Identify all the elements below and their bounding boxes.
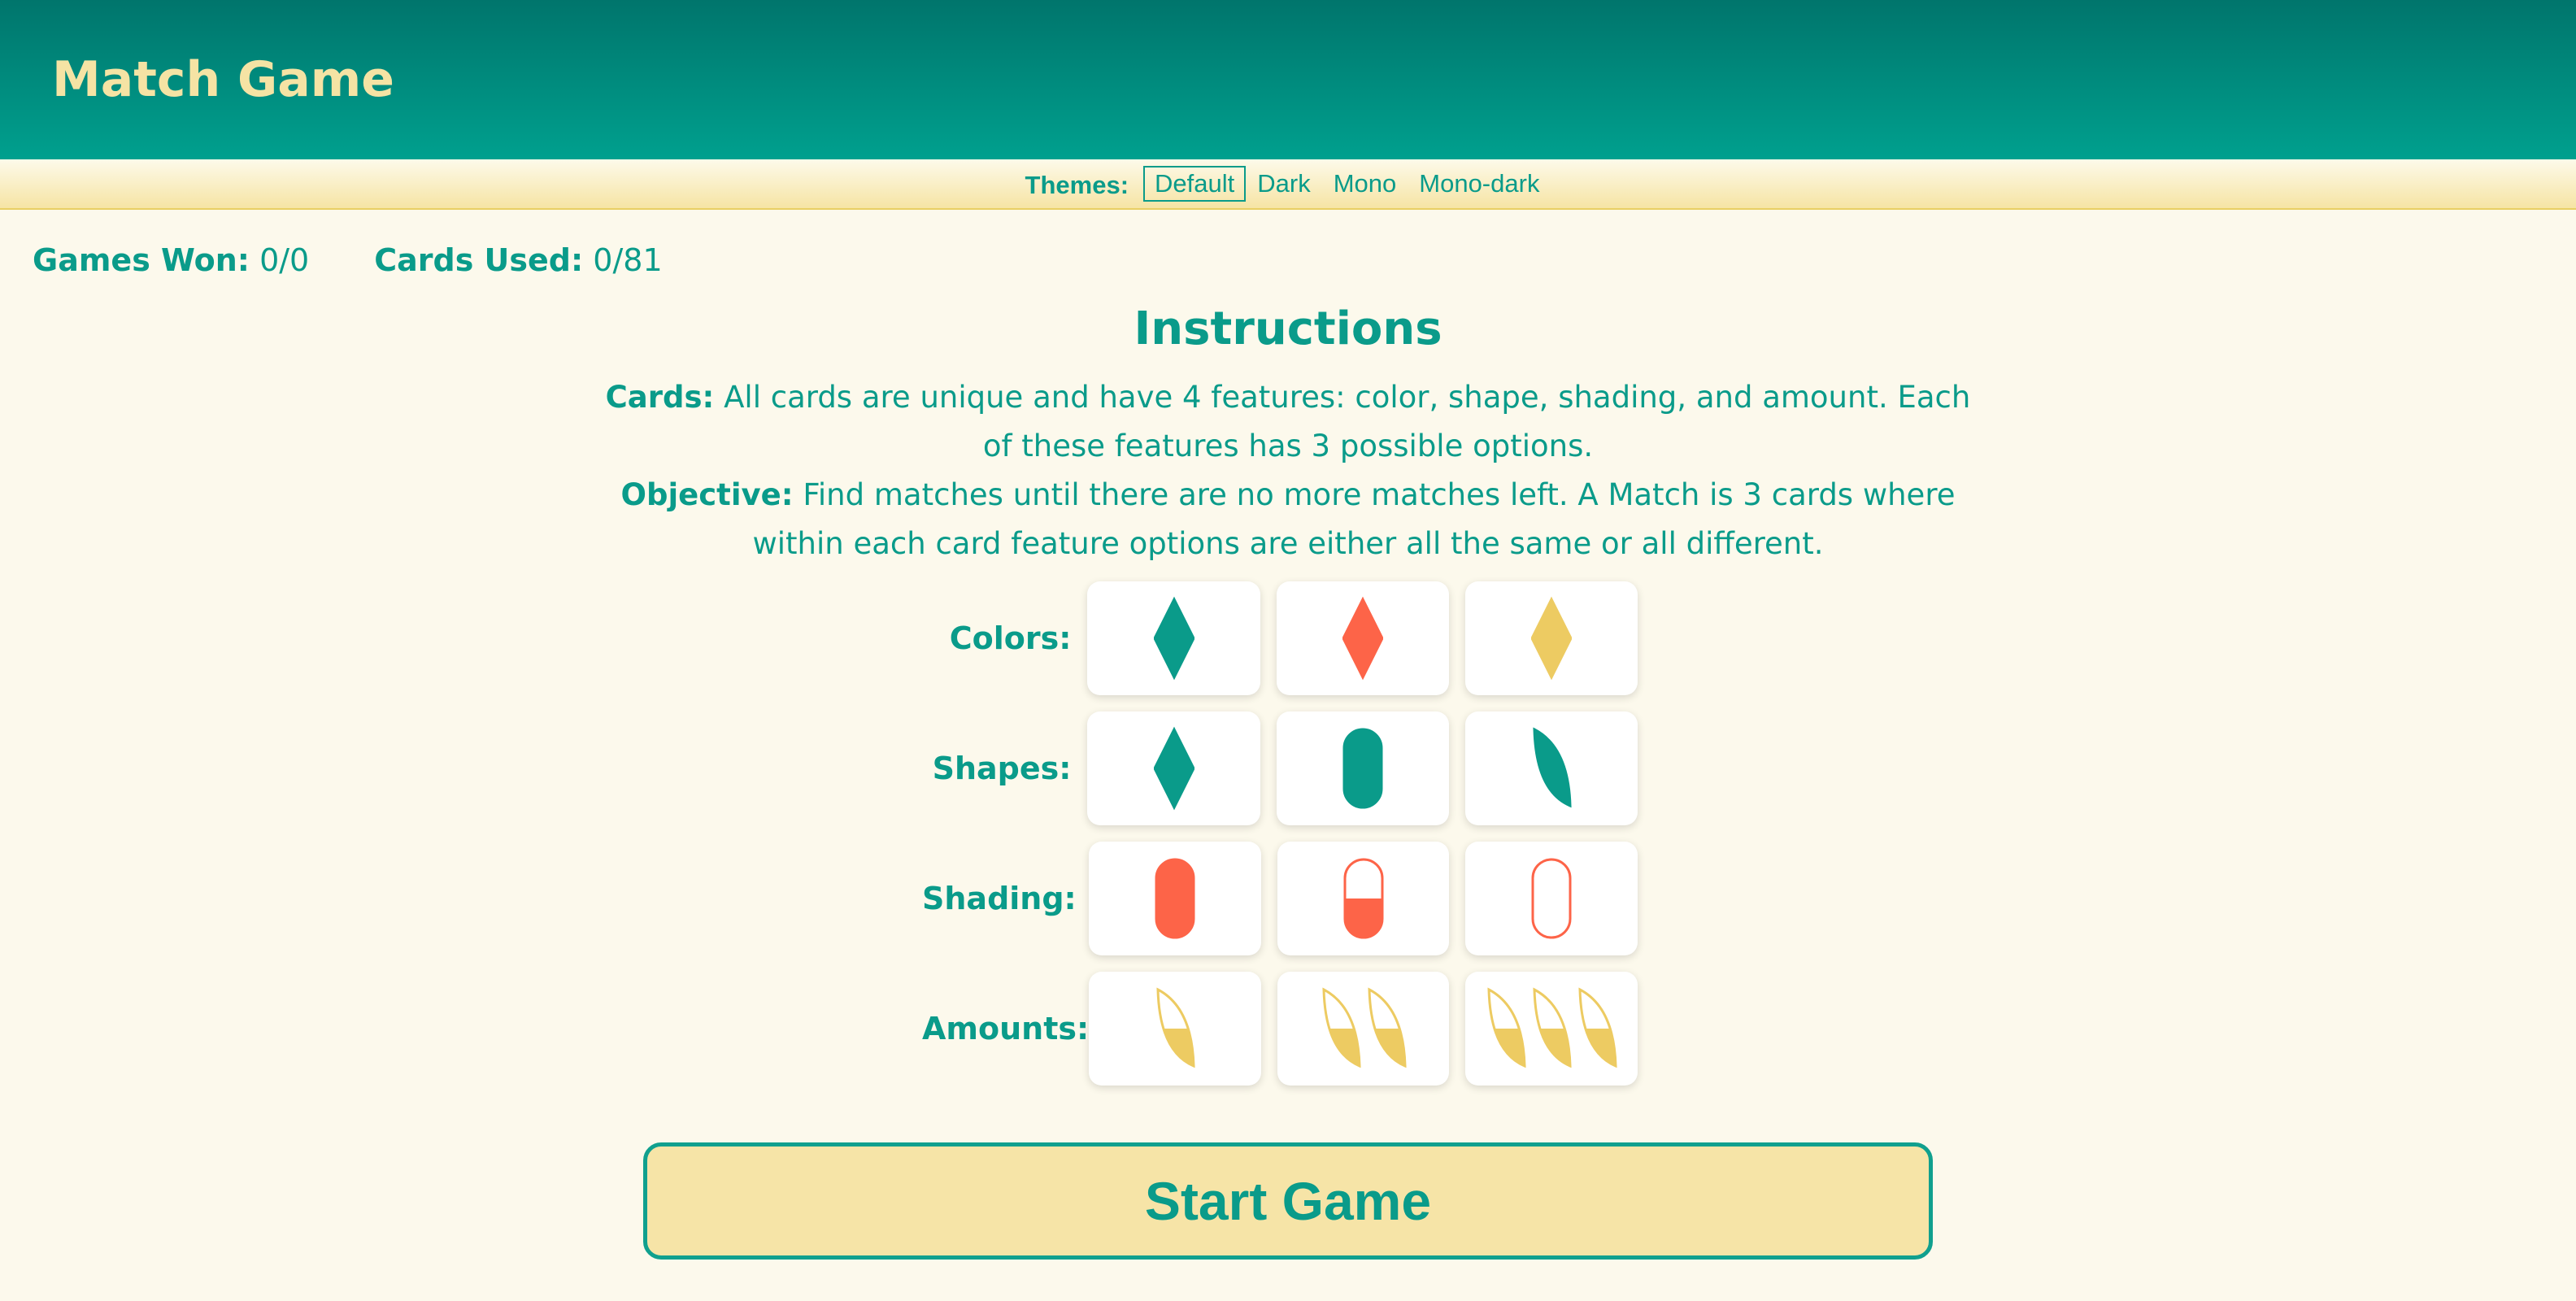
diamond-symbol-icon	[1153, 726, 1194, 811]
themes-label: Themes:	[1025, 171, 1129, 199]
example-cards-grid: Colors: Shapes: Shading: Amounts:	[922, 573, 1654, 1094]
diamond-icon	[1530, 596, 1572, 681]
example-row-amounts: Amounts:	[922, 964, 1654, 1094]
leaf-icon	[1321, 987, 1361, 1068]
diamond-icon	[1153, 726, 1194, 811]
app-title: Match Game	[52, 51, 394, 108]
cards-text: All cards are unique and have 4 features…	[724, 380, 1971, 463]
theme-option-mono[interactable]: Mono	[1322, 166, 1408, 202]
leaf-symbol-icon	[1533, 727, 1572, 808]
cards-used-label: Cards Used:	[374, 242, 584, 278]
diamond-icon	[1342, 596, 1383, 681]
cards-label: Cards:	[605, 380, 715, 415]
oval-symbol-icon	[1531, 858, 1572, 939]
example-card	[1276, 711, 1449, 825]
games-won-label: Games Won:	[33, 242, 250, 278]
example-card	[1277, 842, 1450, 955]
stats-bar: Games Won: 0/0 Cards Used: 0/81	[0, 210, 2576, 278]
diamond-symbol-icon	[1342, 596, 1383, 681]
instructions-heading: Instructions	[1134, 302, 1442, 355]
leaf-icon	[1533, 987, 1572, 1068]
cards-used-value: 0/81	[593, 242, 663, 278]
theme-option-default[interactable]: Default	[1143, 166, 1247, 202]
example-card	[1087, 581, 1260, 695]
theme-option-dark[interactable]: Dark	[1246, 166, 1321, 202]
leaf-symbol-icon	[1156, 987, 1195, 1068]
games-won-stat: Games Won: 0/0	[33, 242, 309, 278]
objective-paragraph: Objective: Find matches until there are …	[589, 471, 1987, 568]
cards-used-stat: Cards Used: 0/81	[374, 242, 662, 278]
oval-icon	[1343, 858, 1383, 939]
leaf-icon	[1156, 987, 1195, 1068]
example-row-shapes: Shapes:	[922, 703, 1654, 833]
oval-symbol-icon	[1342, 728, 1383, 809]
example-card	[1465, 972, 1638, 1086]
example-card	[1464, 581, 1638, 695]
leaf-icon	[1487, 987, 1526, 1068]
leaf-icon	[1533, 727, 1572, 808]
example-card	[1089, 842, 1261, 955]
instructions-section: Instructions Cards: All cards are unique…	[0, 302, 2576, 568]
cards-paragraph: Cards: All cards are unique and have 4 f…	[589, 373, 1987, 471]
example-card	[1089, 972, 1261, 1086]
example-card	[1465, 842, 1638, 955]
diamond-icon	[1153, 596, 1194, 681]
example-row-colors: Colors:	[922, 573, 1654, 703]
example-card	[1276, 581, 1449, 695]
app-header: Match Game	[0, 0, 2576, 159]
themes-bar: Themes: Default Dark Mono Mono-dark	[0, 159, 2576, 210]
row-label-colors: Colors:	[949, 620, 1072, 656]
example-card	[1464, 711, 1638, 825]
row-label-amounts: Amounts:	[922, 1011, 1090, 1046]
oval-icon	[1155, 858, 1195, 939]
objective-label: Objective:	[620, 477, 794, 512]
theme-option-mono-dark[interactable]: Mono-dark	[1408, 166, 1551, 202]
games-won-value: 0/0	[259, 242, 310, 278]
oval-icon	[1531, 858, 1572, 939]
example-card	[1277, 972, 1450, 1086]
leaf-symbol-icon	[1487, 987, 1617, 1068]
start-area: Start Game	[0, 1142, 2576, 1260]
example-row-shading: Shading:	[922, 833, 1654, 964]
oval-symbol-icon	[1343, 858, 1383, 939]
leaf-icon	[1367, 987, 1407, 1068]
objective-text: Find matches until there are no more mat…	[752, 477, 1956, 561]
diamond-symbol-icon	[1153, 596, 1194, 681]
leaf-symbol-icon	[1321, 987, 1407, 1068]
leaf-icon	[1578, 987, 1617, 1068]
row-label-shading: Shading:	[922, 881, 1077, 916]
example-card	[1087, 711, 1260, 825]
start-game-button[interactable]: Start Game	[643, 1142, 1933, 1260]
oval-symbol-icon	[1155, 858, 1195, 939]
oval-icon	[1342, 728, 1383, 809]
diamond-symbol-icon	[1530, 596, 1572, 681]
row-label-shapes: Shapes:	[932, 751, 1072, 786]
